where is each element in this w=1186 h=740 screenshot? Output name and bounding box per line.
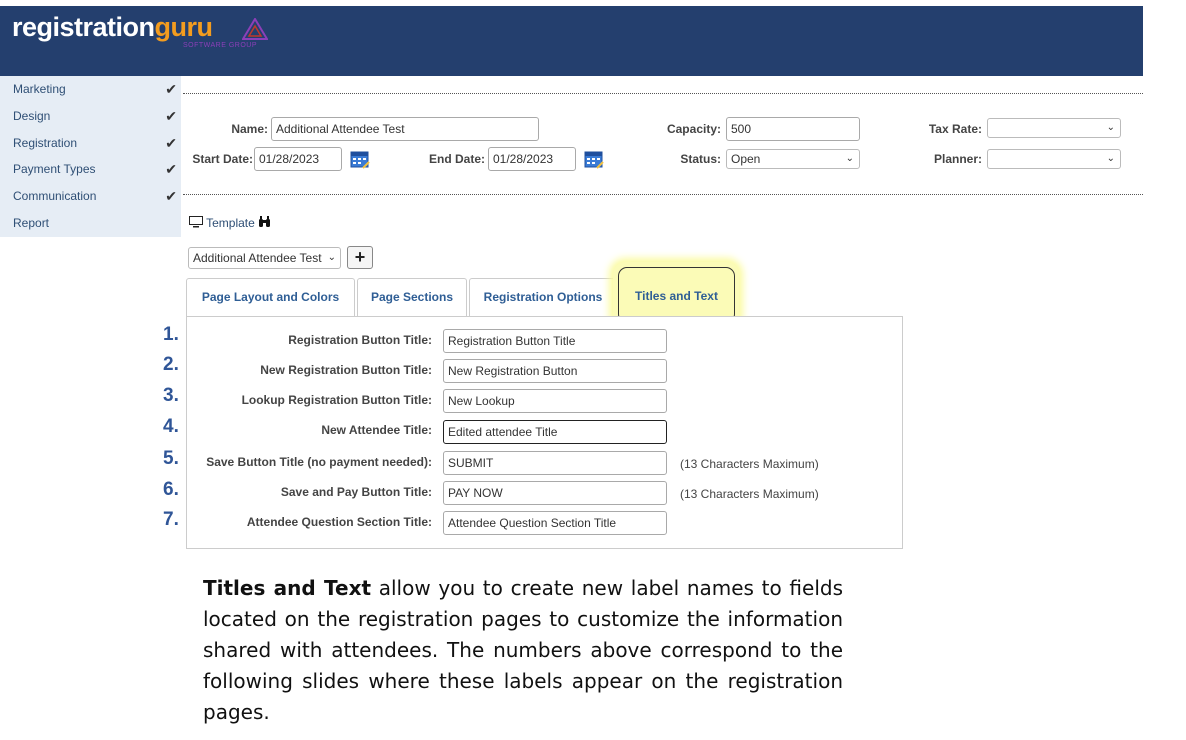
tab-page-sections[interactable]: Page Sections: [357, 278, 467, 316]
monitor-icon: [189, 216, 203, 228]
save-and-pay-button-title-input[interactable]: PAY NOW: [443, 481, 667, 505]
planner-select[interactable]: ⌄: [987, 149, 1121, 169]
new-attendee-title-label: New Attendee Title:: [321, 423, 432, 437]
logo[interactable]: registrationguru: [12, 12, 213, 43]
binoculars-icon[interactable]: [258, 216, 271, 228]
capacity-input[interactable]: 500: [726, 117, 860, 141]
tab-registration-options[interactable]: Registration Options: [469, 278, 617, 316]
sidebar-item-label: Marketing: [13, 82, 66, 96]
name-label: Name:: [231, 122, 268, 136]
capacity-label: Capacity:: [666, 122, 721, 136]
attendee-question-section-title-label: Attendee Question Section Title:: [246, 515, 432, 529]
description-bold: Titles and Text: [203, 576, 372, 600]
template-label: Template: [206, 216, 255, 230]
chevron-down-icon: ⌄: [1106, 153, 1115, 164]
sidebar-item-label: Report: [13, 216, 50, 230]
app-header: registrationguru SOFTWARE GROUP: [0, 6, 1143, 76]
start-date-label: Start Date:: [192, 152, 253, 166]
template-select[interactable]: Additional Attendee Test ⌄: [188, 247, 341, 269]
logo-triangle-icon: [242, 18, 268, 40]
divider: [183, 93, 1143, 94]
check-icon: ✔: [165, 108, 177, 124]
character-limit-hint: (13 Characters Maximum): [680, 457, 819, 471]
status-label: Status:: [680, 152, 721, 166]
sidebar-item-marketing[interactable]: Marketing ✔: [0, 76, 181, 102]
planner-label: Planner:: [933, 152, 982, 166]
chevron-down-icon: ⌄: [325, 248, 336, 268]
divider: [183, 194, 1143, 195]
status-value: Open: [731, 152, 761, 166]
tab-page-layout-colors[interactable]: Page Layout and Colors: [186, 278, 355, 316]
step-number: 3.: [163, 385, 179, 406]
add-template-button[interactable]: +: [347, 246, 373, 269]
sidebar-item-label: Registration: [13, 136, 78, 150]
sidebar-item-label: Communication: [13, 189, 97, 203]
attendee-question-section-title-input[interactable]: Attendee Question Section Title: [443, 511, 667, 535]
tab-titles-and-text[interactable]: Titles and Text: [618, 267, 735, 323]
calendar-icon[interactable]: [350, 149, 370, 169]
check-icon: ✔: [165, 188, 177, 204]
new-registration-button-title-label: New Registration Button Title:: [260, 363, 432, 377]
logo-text-guru: guru: [154, 12, 214, 42]
end-date-input[interactable]: 01/28/2023: [488, 147, 576, 171]
end-date-label: End Date:: [428, 152, 485, 166]
registration-button-title-label: Registration Button Title:: [288, 333, 432, 347]
lookup-registration-button-title-label: Lookup Registration Button Title:: [241, 393, 432, 407]
sidebar: Marketing ✔ Design ✔ Registration ✔ Paym…: [0, 76, 181, 237]
sidebar-item-payment-types[interactable]: Payment Types ✔: [0, 156, 181, 182]
lookup-registration-button-title-input[interactable]: New Lookup: [443, 389, 667, 413]
step-number: 1.: [163, 324, 179, 345]
chevron-down-icon: ⌄: [845, 153, 854, 164]
save-and-pay-button-title-label: Save and Pay Button Title:: [280, 485, 432, 499]
step-number: 5.: [163, 448, 179, 469]
save-button-title-label: Save Button Title (no payment needed):: [206, 455, 432, 469]
new-attendee-title-input[interactable]: Edited attendee Title: [443, 420, 667, 444]
step-number: 2.: [163, 354, 179, 375]
save-button-title-input[interactable]: SUBMIT: [443, 451, 667, 475]
template-link[interactable]: Template: [189, 216, 271, 230]
check-icon: ✔: [165, 81, 177, 97]
step-number: 7.: [163, 509, 179, 530]
sidebar-item-registration[interactable]: Registration ✔: [0, 130, 181, 156]
chevron-down-icon: ⌄: [1106, 122, 1115, 133]
step-number: 4.: [163, 416, 179, 437]
logo-text-registration: registration: [12, 12, 155, 42]
calendar-icon[interactable]: [584, 149, 604, 169]
logo-subtitle: SOFTWARE GROUP: [183, 42, 258, 49]
step-number: 6.: [163, 479, 179, 500]
sidebar-item-label: Design: [13, 109, 51, 123]
status-select[interactable]: Open ⌄: [726, 149, 860, 169]
new-registration-button-title-input[interactable]: New Registration Button: [443, 359, 667, 383]
tax-rate-select[interactable]: ⌄: [987, 118, 1121, 138]
template-selected-value: Additional Attendee Test: [193, 251, 322, 265]
sidebar-item-communication[interactable]: Communication ✔: [0, 183, 181, 209]
sidebar-item-label: Payment Types: [13, 162, 96, 176]
check-icon: ✔: [165, 161, 177, 177]
description-text: Titles and Text allow you to create new …: [203, 573, 843, 728]
tax-rate-label: Tax Rate:: [928, 122, 982, 136]
sidebar-item-report[interactable]: Report: [0, 210, 181, 236]
character-limit-hint: (13 Characters Maximum): [680, 487, 819, 501]
sidebar-item-design[interactable]: Design ✔: [0, 103, 181, 129]
name-input[interactable]: Additional Attendee Test: [271, 117, 539, 141]
check-icon: ✔: [165, 135, 177, 151]
start-date-input[interactable]: 01/28/2023: [254, 147, 342, 171]
registration-button-title-input[interactable]: Registration Button Title: [443, 329, 667, 353]
